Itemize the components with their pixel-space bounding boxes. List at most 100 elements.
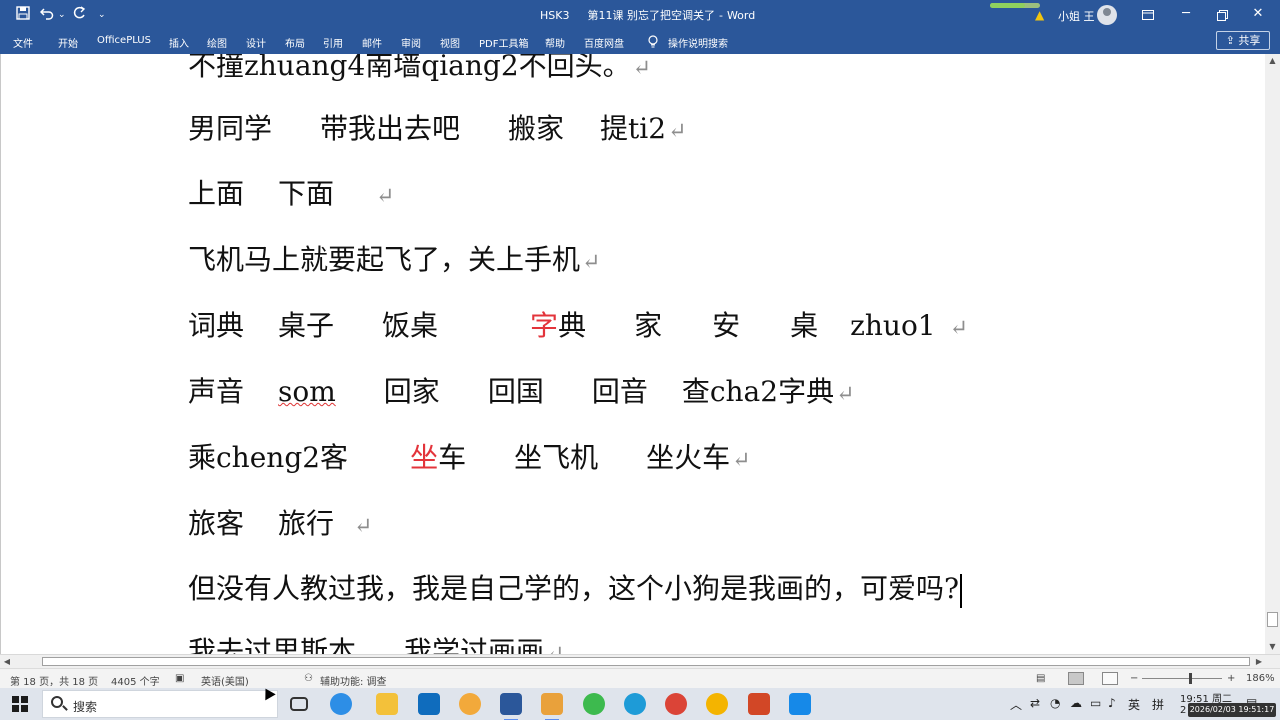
taskbar-search-input[interactable]: 搜索	[42, 690, 278, 718]
task-view-icon[interactable]	[290, 697, 308, 711]
doc-line-8[interactable]: 旅客 旅行 ↵	[188, 506, 372, 545]
tell-me-search[interactable]: 操作说明搜索	[668, 35, 728, 50]
close-icon[interactable]: ✕	[1240, 0, 1276, 30]
horizontal-scrollbar[interactable]: ◀ ▶	[0, 654, 1280, 668]
chrome-canary-icon[interactable]	[706, 693, 728, 715]
chrome-icon[interactable]	[665, 693, 687, 715]
tab-references[interactable]: 引用	[323, 35, 343, 50]
language[interactable]: 英语(美国)	[201, 673, 249, 688]
network-icon[interactable]: ⇄	[1030, 696, 1040, 710]
scroll-left-icon[interactable]: ◀	[0, 655, 14, 669]
word-spelling-error: som	[278, 375, 336, 408]
word-highlight-red: 坐	[410, 441, 439, 474]
media-player-icon[interactable]	[541, 693, 563, 720]
tray-expand-icon[interactable]: ︿	[1010, 696, 1022, 713]
word: 回家	[383, 375, 440, 408]
redo-icon[interactable]	[72, 6, 86, 24]
tab-draw[interactable]: 绘图	[207, 35, 227, 50]
doc-line-7[interactable]: 乘cheng2客 坐车 坐飞机 坐火车↵	[188, 440, 751, 479]
warning-icon[interactable]: ▲	[1035, 8, 1044, 22]
tab-home[interactable]: 开始	[58, 35, 78, 50]
file-explorer-icon[interactable]	[376, 693, 398, 715]
volume-icon[interactable]: ♪	[1108, 696, 1116, 710]
search-placeholder: 搜索	[73, 700, 98, 714]
accessibility-status[interactable]: 辅助功能: 调查	[320, 673, 387, 688]
text-cursor	[960, 573, 963, 608]
tab-view[interactable]: 视图	[440, 35, 460, 50]
avatar[interactable]	[1097, 5, 1117, 25]
tab-help[interactable]: 帮助	[545, 35, 565, 50]
user-name[interactable]: 小姐 王	[1058, 8, 1095, 24]
ime-mode[interactable]: 拼	[1152, 696, 1164, 713]
share-button[interactable]: ⇪ 共享	[1216, 31, 1270, 50]
zoom-in-button[interactable]: +	[1227, 673, 1235, 684]
display-icon[interactable]: ▭	[1090, 696, 1101, 710]
wifi-icon[interactable]: ◔	[1050, 696, 1060, 710]
doc-line-5[interactable]: 词典 桌子 饭桌 字典 家 安 桌 zhuo1 ↵	[188, 308, 968, 347]
share-icon: ⇪	[1225, 34, 1235, 47]
undo-dropdown-icon[interactable]: ⌄	[58, 6, 66, 24]
ribbon-display-icon[interactable]	[1130, 0, 1166, 30]
vertical-scroll-thumb[interactable]	[1267, 612, 1278, 627]
windows-start-icon[interactable]	[12, 696, 28, 712]
document-canvas[interactable]: 不撞zhuang4南墙qiang2不回头。↵ 男同学 带我出去吧 搬家 提ti2↵ 上…	[0, 54, 1237, 654]
word-app-icon[interactable]	[500, 693, 522, 720]
tab-review[interactable]: 审阅	[401, 35, 421, 50]
scroll-right-icon[interactable]: ▶	[1252, 655, 1266, 669]
undo-icon[interactable]	[39, 6, 54, 24]
title-bar: ⌄ ⌄ HSK3 第11课 别忘了把空调关了 - Word ▲ 小姐 王 ─ ✕	[0, 0, 1280, 30]
doc-line-10[interactable]: 我去过里斯本 我学过画画↵	[188, 634, 564, 654]
outlook-icon[interactable]	[418, 693, 440, 715]
baidu-netdisk-icon[interactable]	[789, 693, 811, 715]
cloud-icon[interactable]: ☁	[1070, 696, 1082, 710]
tab-pdf-tools[interactable]: PDF工具箱	[479, 35, 528, 50]
doc-line-4[interactable]: 飞机马上就要起飞了，关上手机↵	[188, 242, 600, 281]
powerpoint-icon[interactable]	[748, 693, 770, 715]
tab-baidu-netdisk[interactable]: 百度网盘	[584, 35, 624, 50]
doc-line-6[interactable]: 声音 som 回家 回国 回音 查cha2字典↵	[188, 374, 855, 413]
tab-insert[interactable]: 插入	[169, 35, 189, 50]
word: 旅行	[278, 507, 335, 540]
horizontal-scroll-thumb[interactable]	[42, 657, 1250, 666]
word-count[interactable]: 4405 个字	[111, 673, 160, 688]
scroll-down-icon[interactable]: ▼	[1265, 640, 1280, 654]
ime-language[interactable]: 英	[1128, 696, 1140, 713]
vertical-scrollbar[interactable]: ▲ ▼	[1265, 54, 1280, 654]
page-count[interactable]: 第 18 页，共 18 页	[10, 673, 98, 688]
browser-360-icon[interactable]	[583, 693, 605, 715]
zoom-level[interactable]: 186%	[1246, 673, 1275, 684]
word: 声音	[188, 375, 245, 408]
tab-design[interactable]: 设计	[246, 35, 266, 50]
doc-line-9[interactable]: 但没有人教过我，我是自己学的，这个小狗是我画的，可爱吗?	[188, 571, 963, 608]
tab-file[interactable]: 文件	[13, 35, 33, 50]
paragraph-mark: ↵	[836, 382, 855, 407]
zoom-out-button[interactable]: −	[1130, 673, 1138, 684]
word: 提ti2	[600, 112, 667, 145]
zoom-slider-thumb[interactable]	[1189, 673, 1192, 684]
status-bar: 第 18 页，共 18 页 4405 个字 ▣ 英语(美国) ⚇ 辅助功能: 调…	[0, 668, 1280, 688]
minimize-icon[interactable]: ─	[1168, 0, 1204, 30]
zoom-slider[interactable]	[1142, 678, 1222, 679]
internet-explorer-icon[interactable]	[330, 693, 352, 715]
customize-icon[interactable]: ⌄	[98, 6, 106, 24]
scroll-up-icon[interactable]: ▲	[1265, 54, 1280, 68]
taskbar: 搜索 ︿ ⇄ ◔ ☁ ▭ ♪ 英 拼 19:51 周二 2 ▤	[0, 688, 1280, 720]
save-icon[interactable]	[16, 6, 30, 24]
tab-layout[interactable]: 布局	[285, 35, 305, 50]
edge-icon[interactable]	[624, 693, 646, 715]
word: 我去过里斯本	[188, 635, 357, 654]
paragraph-mark: ↵	[632, 56, 652, 81]
web-layout-view-icon[interactable]	[1102, 672, 1118, 685]
doc-line-3[interactable]: 上面 下面 ↵	[188, 176, 394, 215]
doc-line-2[interactable]: 男同学 带我出去吧 搬家 提ti2↵	[188, 111, 687, 150]
tab-officeplus[interactable]: OfficePLUS	[97, 35, 151, 46]
focus-mode-icon[interactable]: ▤	[1036, 673, 1045, 684]
proofing-icon[interactable]: ▣	[175, 673, 184, 684]
print-layout-view-icon[interactable]	[1068, 672, 1084, 685]
tab-mailings[interactable]: 邮件	[362, 35, 382, 50]
sync-progress-fill	[990, 3, 1025, 8]
maximize-icon[interactable]	[1204, 0, 1240, 30]
chrome-variant-icon[interactable]	[459, 693, 481, 715]
doc-line-1[interactable]: 不撞zhuang4南墙qiang2不回头。↵	[188, 54, 651, 87]
search-icon	[51, 696, 63, 708]
